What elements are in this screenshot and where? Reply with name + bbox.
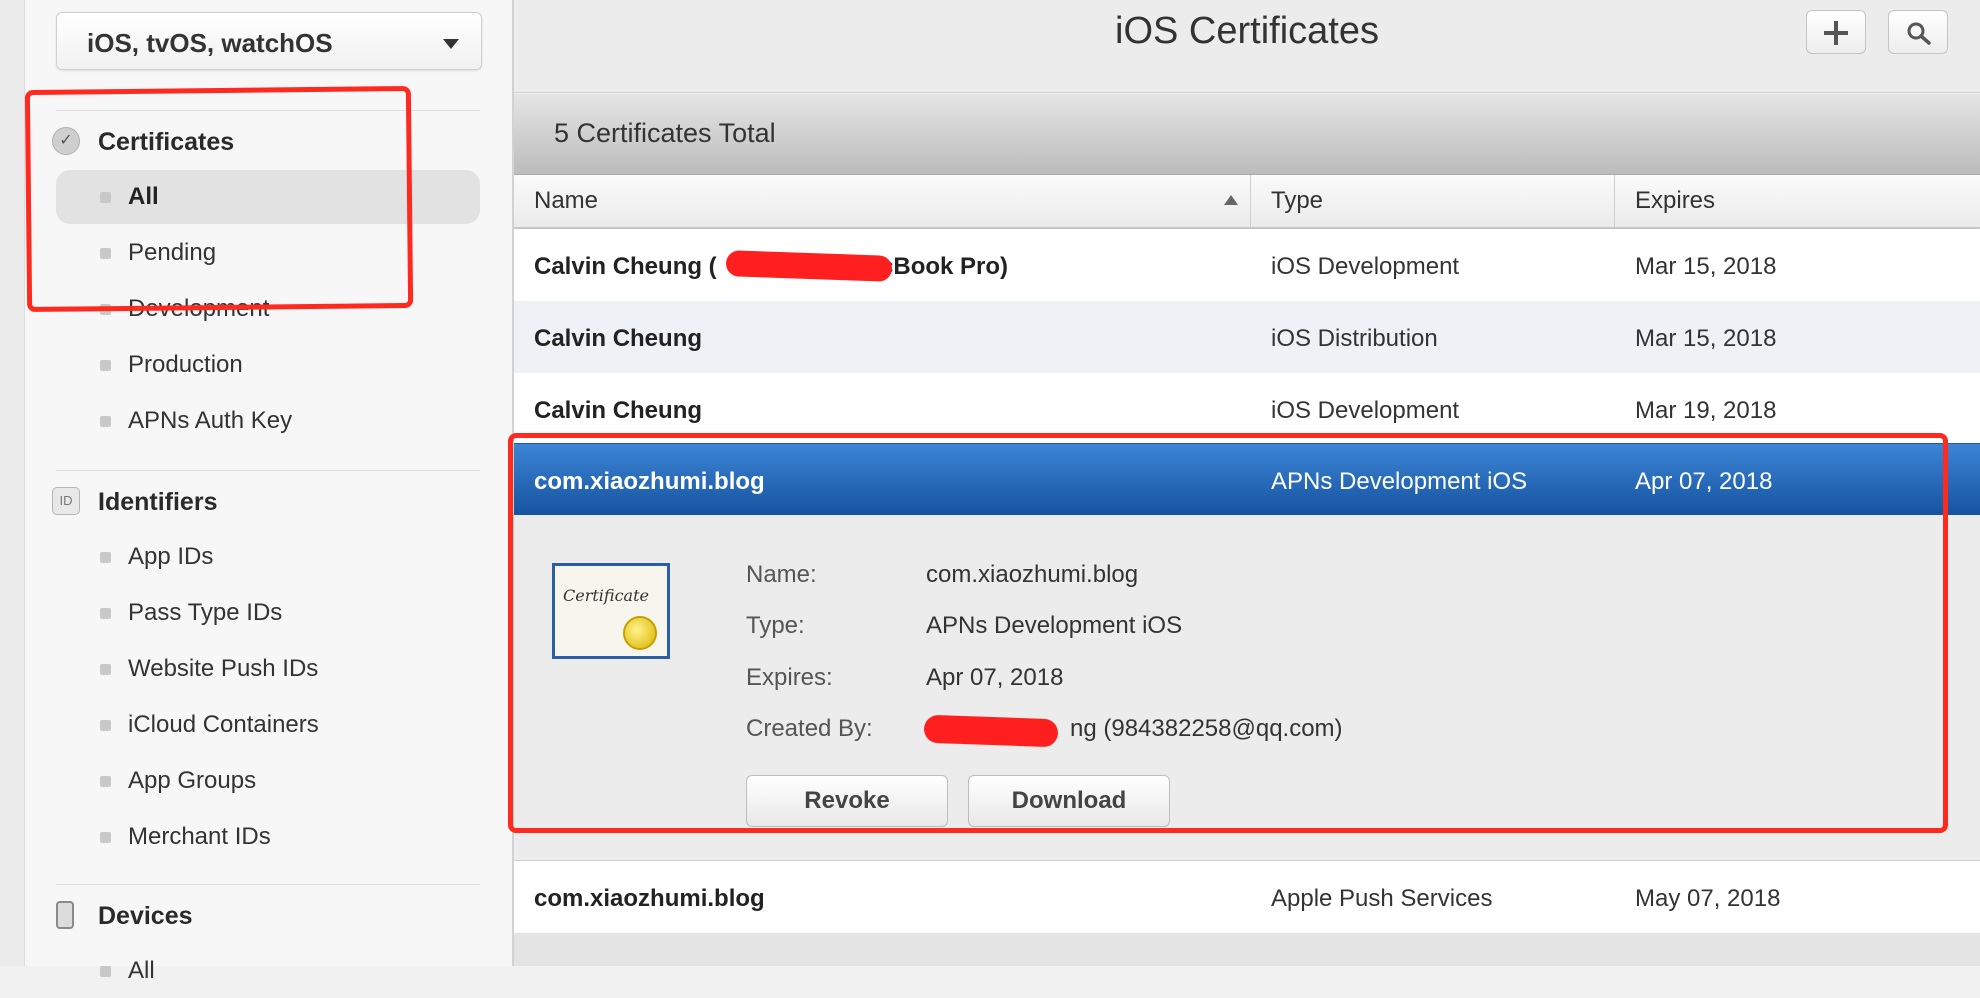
certificates-total: 5 Certificates Total: [554, 118, 776, 148]
sidebar-item-label: App IDs: [128, 543, 214, 570]
row-expires: Mar 19, 2018: [1635, 397, 1777, 424]
row-type: iOS Distribution: [1271, 325, 1438, 352]
sidebar-item-all-devices[interactable]: All: [56, 944, 480, 998]
row-type: iOS Development: [1271, 253, 1460, 280]
table-row[interactable]: Calvin Cheung (acBook Pro) iOS Developme…: [514, 229, 1980, 301]
column-header-label: Type: [1271, 187, 1324, 214]
row-expires: Mar 15, 2018: [1635, 325, 1777, 352]
column-header-name[interactable]: Name: [514, 175, 1251, 227]
search-button[interactable]: [1888, 10, 1948, 54]
bullet-icon: [100, 664, 111, 675]
section-title: Devices: [98, 902, 193, 930]
table-header: Name Type Expires: [514, 175, 1980, 229]
bullet-icon: [100, 360, 111, 371]
device-icon: [56, 901, 74, 929]
sidebar-item-label: Pass Type IDs: [128, 599, 283, 626]
row-name: com.xiaozhumi.blog: [534, 885, 765, 912]
sidebar-item-app-groups[interactable]: App Groups: [56, 754, 480, 808]
table-row[interactable]: com.xiaozhumi.blog Apple Push Services M…: [514, 861, 1980, 933]
sidebar-item-label: Website Push IDs: [128, 655, 319, 682]
sidebar-item-pass-type-ids[interactable]: Pass Type IDs: [56, 586, 480, 640]
top-bar: iOS Certificates: [514, 0, 1980, 93]
row-name-text: Calvin Cheung (: [534, 253, 717, 280]
sidebar-item-label: App Groups: [128, 767, 257, 794]
annotation-box-detail: [508, 433, 1948, 833]
chevron-down-icon: [443, 39, 459, 49]
column-header-expires[interactable]: Expires: [1615, 175, 1980, 227]
column-header-type[interactable]: Type: [1251, 175, 1615, 227]
bullet-icon: [100, 966, 111, 977]
total-bar: 5 Certificates Total: [514, 94, 1980, 175]
sidebar-edge: [0, 0, 25, 966]
sidebar-item-merchant-ids[interactable]: Merchant IDs: [56, 810, 480, 864]
sidebar-item-app-ids[interactable]: App IDs: [56, 530, 480, 584]
sidebar-item-label: APNs Auth Key: [128, 407, 293, 434]
row-type: Apple Push Services: [1271, 885, 1493, 912]
platform-select-label: iOS, tvOS, watchOS: [87, 28, 333, 58]
bullet-icon: [100, 608, 111, 619]
section-title: Identifiers: [98, 488, 218, 516]
plus-icon: [1824, 21, 1848, 45]
bullet-icon: [100, 776, 111, 787]
row-expires: May 07, 2018: [1635, 885, 1781, 912]
bullet-icon: [100, 832, 111, 843]
row-expires: Mar 15, 2018: [1635, 253, 1777, 280]
id-icon: ID: [52, 487, 80, 515]
sidebar-item-label: Production: [128, 351, 243, 378]
sidebar-item-website-push-ids[interactable]: Website Push IDs: [56, 642, 480, 696]
column-header-label: Name: [534, 187, 599, 214]
row-type: iOS Development: [1271, 397, 1460, 424]
bullet-icon: [100, 552, 111, 563]
page-title: iOS Certificates: [1115, 10, 1379, 52]
sort-ascending-icon: [1224, 195, 1238, 205]
sidebar-item-label: iCloud Containers: [128, 711, 319, 738]
row-name: Calvin Cheung: [534, 325, 703, 352]
sidebar-item-icloud-containers[interactable]: iCloud Containers: [56, 698, 480, 752]
table-footer-fill: [514, 933, 1980, 966]
table-row[interactable]: Calvin Cheung iOS Distribution Mar 15, 2…: [514, 301, 1980, 373]
sidebar-divider: [56, 470, 480, 471]
add-certificate-button[interactable]: [1806, 10, 1866, 54]
sidebar-divider: [56, 884, 480, 885]
sidebar-item-production[interactable]: Production: [56, 338, 480, 392]
sidebar-item-label: Merchant IDs: [128, 823, 271, 850]
sidebar-item-label: All: [128, 957, 155, 984]
annotation-box-sidebar: [24, 85, 414, 313]
row-name: Calvin Cheung: [534, 397, 703, 424]
bullet-icon: [100, 416, 111, 427]
platform-select[interactable]: iOS, tvOS, watchOS: [56, 12, 482, 70]
sidebar-item-apns-auth-key[interactable]: APNs Auth Key: [56, 394, 480, 448]
bullet-icon: [100, 720, 111, 731]
column-header-label: Expires: [1635, 187, 1716, 214]
